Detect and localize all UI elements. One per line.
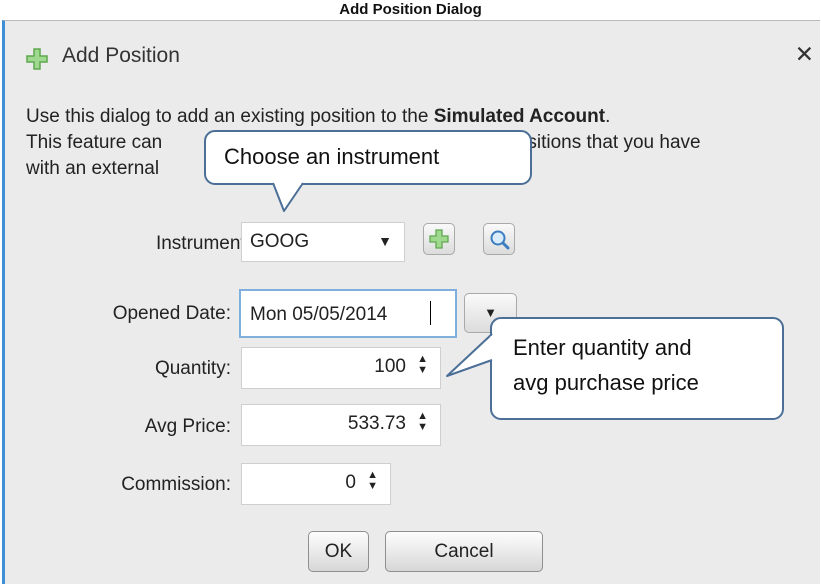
intro-line-1-end: . — [605, 106, 611, 127]
dialog-title: Add Position — [62, 44, 180, 67]
commission-value: 0 — [345, 472, 356, 493]
spinner-arrows-icon[interactable]: ▲ ▼ — [417, 354, 428, 376]
close-icon[interactable]: ✕ — [795, 43, 814, 66]
cancel-button[interactable]: Cancel — [385, 531, 543, 572]
callout-pointer — [272, 182, 304, 212]
instrument-select-value: GOOG — [250, 231, 310, 252]
account-name: Simulated Account — [433, 106, 606, 127]
opened-date-input[interactable]: Mon 05/05/2014 — [239, 289, 457, 338]
text-caret — [430, 301, 431, 325]
opened-date-label: Opened Date: — [112, 303, 231, 324]
callout-pointer — [446, 333, 494, 377]
commission-stepper[interactable]: 0 ▲ ▼ — [241, 463, 391, 505]
add-instrument-button[interactable] — [423, 223, 455, 255]
green-plus-icon — [429, 229, 449, 249]
instrument-select[interactable]: GOOG ▼ — [241, 222, 405, 262]
commission-label: Commission: — [121, 474, 231, 495]
quantity-label: Quantity: — [154, 358, 231, 379]
intro-line-2-end: positions that you have — [506, 132, 701, 153]
spinner-arrows-icon[interactable]: ▲ ▼ — [417, 411, 428, 433]
quantity-callout-line-1: Enter quantity and — [513, 335, 692, 360]
quantity-value: 100 — [374, 356, 406, 377]
avg-price-value: 533.73 — [347, 413, 406, 434]
instrument-label: Instrument: — [155, 233, 251, 254]
quantity-stepper[interactable]: 100 ▲ ▼ — [241, 347, 441, 389]
instrument-callout-text: Choose an instrument — [224, 144, 440, 169]
quantity-callout: Enter quantity and avg purchase price — [490, 317, 784, 420]
intro-line-2-start: This feature can — [26, 132, 163, 153]
intro-line-1-text: Use this dialog to add an existing posit… — [26, 106, 434, 127]
opened-date-value: Mon 05/05/2014 — [250, 304, 388, 325]
add-position-dialog: Add Position ✕ Use this dialog to add an… — [2, 20, 820, 584]
magnifier-icon — [490, 230, 510, 250]
figure-caption: Add Position Dialog — [339, 1, 482, 18]
ok-button[interactable]: OK — [308, 531, 369, 572]
instrument-callout: Choose an instrument — [204, 130, 532, 185]
search-instrument-button[interactable] — [483, 223, 515, 255]
spinner-arrows-icon[interactable]: ▲ ▼ — [367, 470, 378, 492]
intro-line-1: Use this dialog to add an existing posit… — [26, 104, 816, 130]
quantity-callout-line-2: avg purchase price — [513, 370, 699, 395]
green-plus-icon — [25, 47, 49, 76]
chevron-down-icon: ▼ — [378, 233, 392, 249]
avg-price-stepper[interactable]: 533.73 ▲ ▼ — [241, 404, 441, 446]
avg-price-label: Avg Price: — [144, 416, 231, 437]
